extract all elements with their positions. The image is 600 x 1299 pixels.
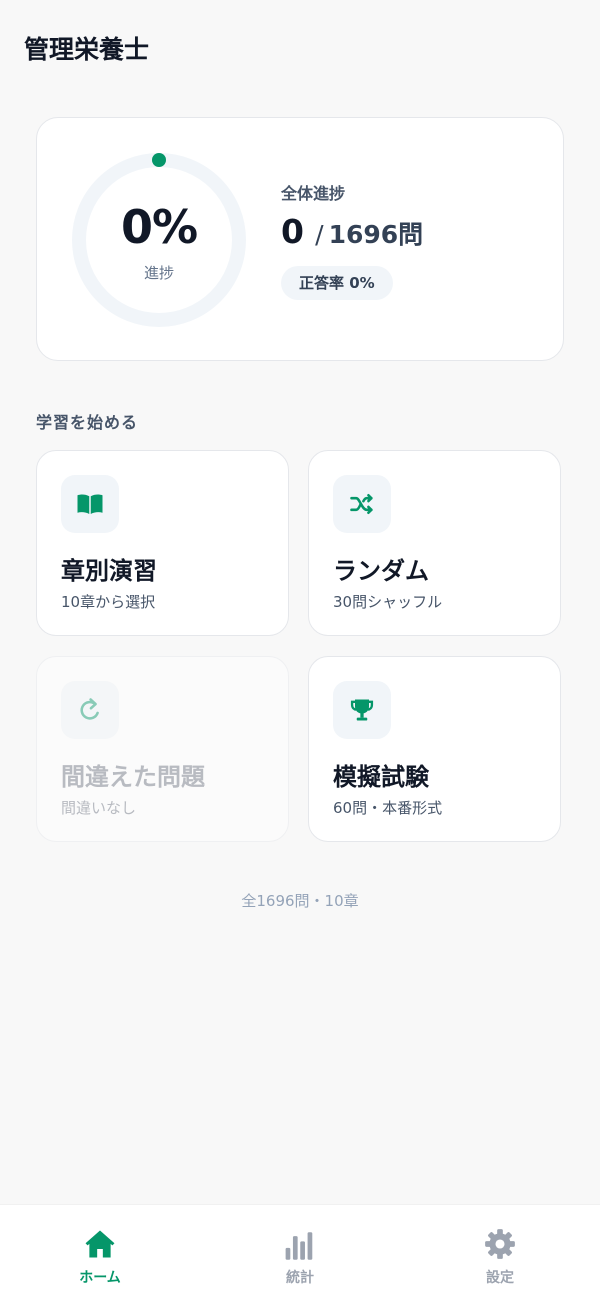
overall-progress-label: 全体進捗 xyxy=(281,184,346,203)
tab-settings[interactable]: 設定 xyxy=(400,1205,600,1299)
gear-icon xyxy=(483,1227,517,1261)
progress-card: 0% 進捗 全体進捗 0 / 1696問 正答率 0% xyxy=(36,117,564,361)
count-separator: / xyxy=(315,220,324,249)
wrong-answers-card: 間違えた問題 間違いなし xyxy=(36,656,289,842)
app-screen: 管理栄養士 0% 進捗 全体進捗 0 / 1696問 正答率 0% 学習を始める… xyxy=(0,0,600,1299)
progress-ring-indicator xyxy=(152,153,166,167)
shuffle-icon xyxy=(333,475,391,533)
progress-count: 0 / 1696問 xyxy=(281,212,423,251)
mode-title: 模擬試験 xyxy=(333,763,429,791)
section-heading: 学習を始める xyxy=(36,413,139,432)
mode-subtitle: 10章から選択 xyxy=(61,593,156,611)
tab-label: 統計 xyxy=(286,1270,314,1286)
mode-title: 章別演習 xyxy=(61,557,157,585)
mode-subtitle: 30問シャッフル xyxy=(333,593,443,611)
bottom-tab-bar: ホーム 統計 設定 xyxy=(0,1204,600,1299)
progress-percent: 0% xyxy=(120,200,198,254)
home-icon xyxy=(83,1227,117,1261)
question-summary: 全1696問・10章 xyxy=(241,892,359,910)
progress-ring: 0% 進捗 xyxy=(71,152,247,328)
total-count: 1696問 xyxy=(328,220,424,249)
tab-label: 設定 xyxy=(486,1270,514,1286)
trophy-icon xyxy=(333,681,391,739)
retry-icon xyxy=(61,681,119,739)
tab-stats[interactable]: 統計 xyxy=(200,1205,400,1299)
answered-count: 0 xyxy=(281,212,304,251)
chapter-practice-card[interactable]: 章別演習 10章から選択 xyxy=(36,450,289,636)
random-card[interactable]: ランダム 30問シャッフル xyxy=(308,450,561,636)
tab-home[interactable]: ホーム xyxy=(0,1205,200,1299)
book-icon xyxy=(61,475,119,533)
progress-caption: 進捗 xyxy=(143,264,174,282)
app-title: 管理栄養士 xyxy=(24,35,150,64)
mode-subtitle: 間違いなし xyxy=(61,799,137,817)
bar-chart-icon xyxy=(283,1227,317,1261)
mode-title: 間違えた問題 xyxy=(61,763,205,791)
mode-title: ランダム xyxy=(333,557,429,585)
accuracy-badge: 正答率 0% xyxy=(281,266,393,300)
mock-exam-card[interactable]: 模擬試験 60問・本番形式 xyxy=(308,656,561,842)
mode-subtitle: 60問・本番形式 xyxy=(333,799,443,817)
tab-label: ホーム xyxy=(79,1270,121,1286)
